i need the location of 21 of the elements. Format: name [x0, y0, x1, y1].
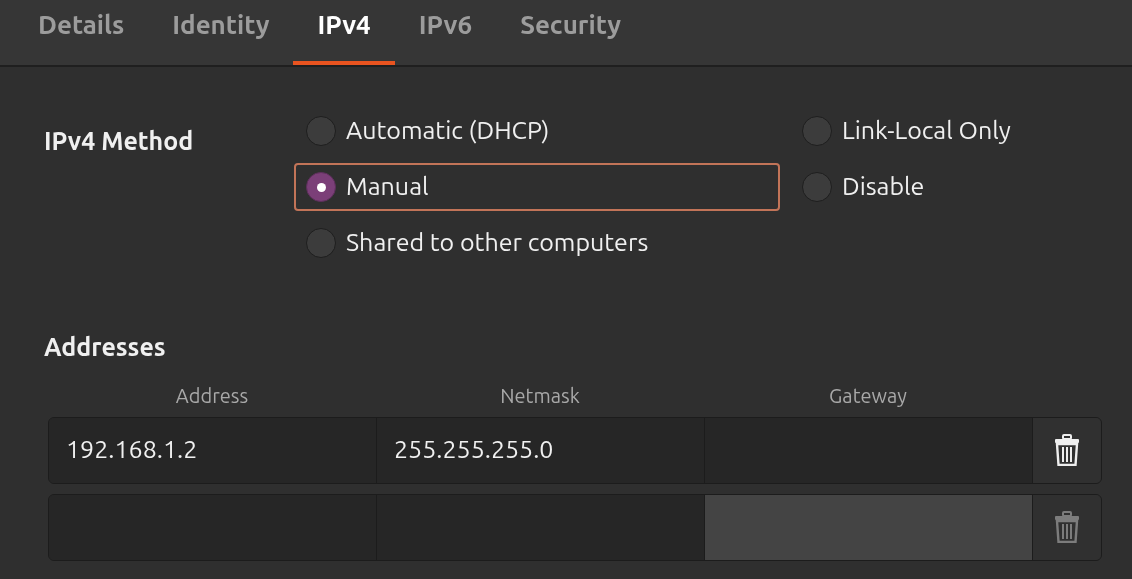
input-field[interactable]: 255.255.255.0	[377, 417, 705, 483]
method-label: IPv4 Method	[44, 126, 195, 157]
tab[interactable]: Identity	[148, 0, 294, 65]
radio-option[interactable]: Automatic (DHCP)	[294, 107, 564, 155]
trash-icon	[1054, 511, 1080, 543]
delete-button[interactable]	[1033, 417, 1101, 483]
radio-option[interactable]: Link-Local Only	[790, 107, 1025, 155]
tab[interactable]: IPv6	[394, 0, 497, 65]
input-field[interactable]	[377, 494, 705, 560]
radio-option[interactable]: Manual	[294, 163, 780, 211]
tab[interactable]: IPv4	[293, 0, 395, 65]
radio-option[interactable]: Disable	[790, 163, 939, 211]
column-header: Netmask	[500, 382, 580, 409]
tab[interactable]: Security	[496, 0, 645, 65]
tab[interactable]: Details	[14, 0, 149, 65]
trash-icon	[1054, 434, 1080, 466]
input-field[interactable]: 192.168.1.2	[49, 417, 377, 483]
addresses-heading: Addresses	[44, 332, 166, 363]
column-header: Address	[175, 382, 249, 409]
radio-option[interactable]: Shared to other computers	[294, 219, 663, 267]
column-header: Gateway	[829, 382, 907, 409]
